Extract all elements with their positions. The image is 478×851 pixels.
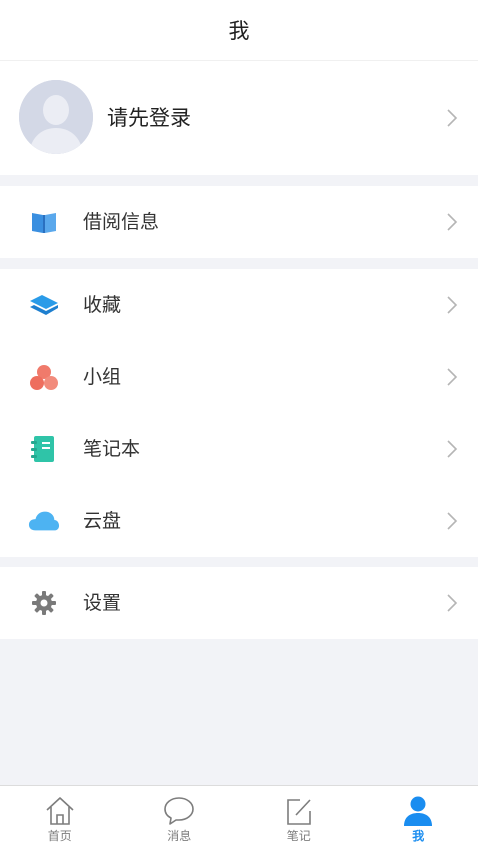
tab-messages[interactable]: 消息 — [120, 786, 240, 851]
menu-item-label: 笔记本 — [83, 435, 140, 463]
menu-item-label: 借阅信息 — [83, 208, 159, 236]
default-avatar-icon — [19, 80, 93, 154]
chevron-right-icon — [446, 439, 458, 459]
chevron-right-icon — [446, 108, 458, 128]
message-bubble-icon — [162, 795, 196, 827]
bottom-tab-bar: 首页 消息 笔记 我 — [0, 785, 478, 851]
notebook-icon — [28, 435, 60, 463]
menu-item-cloud-drive[interactable]: 云盘 — [0, 485, 478, 557]
tab-label: 消息 — [167, 829, 191, 843]
tab-me[interactable]: 我 — [359, 786, 478, 851]
tab-notes[interactable]: 笔记 — [239, 786, 359, 851]
menu-group-settings: 设置 — [0, 567, 478, 639]
tab-label: 我 — [412, 829, 424, 843]
chevron-right-icon — [446, 295, 458, 315]
menu-item-notebook[interactable]: 笔记本 — [0, 413, 478, 485]
login-prompt[interactable]: 请先登录 — [107, 103, 191, 133]
gear-icon — [28, 589, 60, 617]
home-icon — [43, 795, 77, 827]
menu-item-favorites[interactable]: 收藏 — [0, 269, 478, 341]
menu-group-borrow: 借阅信息 — [0, 186, 478, 258]
menu-group-personal: 收藏 小组 笔记本 — [0, 269, 478, 557]
tab-label: 首页 — [48, 829, 72, 843]
group-circles-icon — [28, 363, 60, 391]
person-icon — [401, 795, 435, 827]
profile-login-row[interactable]: 请先登录 — [0, 61, 478, 175]
menu-item-label: 收藏 — [83, 291, 121, 319]
header-bar: 我 — [0, 0, 478, 61]
menu-item-label: 设置 — [83, 589, 121, 617]
menu-item-label: 云盘 — [83, 507, 121, 535]
tab-home[interactable]: 首页 — [0, 786, 120, 851]
chevron-right-icon — [446, 367, 458, 387]
chevron-right-icon — [446, 511, 458, 531]
menu-item-borrow-info[interactable]: 借阅信息 — [0, 186, 478, 258]
tab-label: 笔记 — [287, 829, 311, 843]
chevron-right-icon — [446, 212, 458, 232]
menu-item-settings[interactable]: 设置 — [0, 567, 478, 639]
book-icon — [28, 208, 60, 236]
avatar[interactable] — [19, 80, 93, 154]
cloud-icon — [28, 507, 60, 535]
menu-item-groups[interactable]: 小组 — [0, 341, 478, 413]
chevron-right-icon — [446, 593, 458, 613]
note-edit-icon — [282, 795, 316, 827]
page-title: 我 — [229, 15, 250, 45]
collection-layers-icon — [28, 291, 60, 319]
menu-item-label: 小组 — [83, 363, 121, 391]
